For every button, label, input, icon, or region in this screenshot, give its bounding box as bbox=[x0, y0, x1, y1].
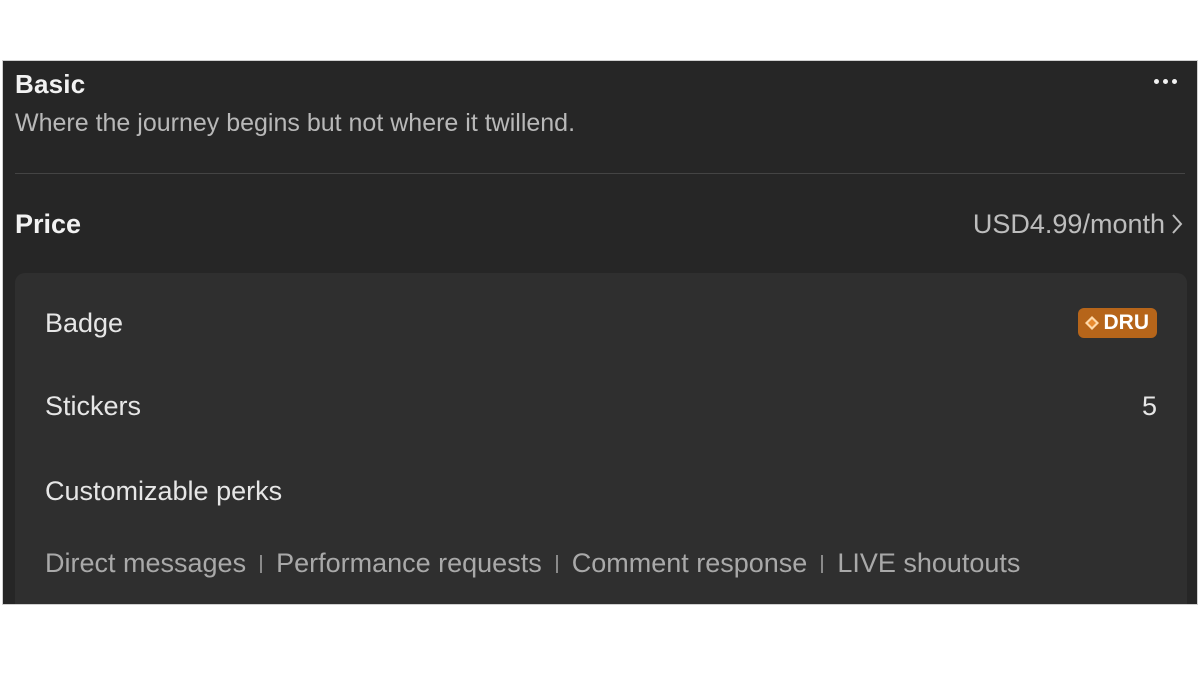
perks-card: Badge DRU Stickers 5 Customizable perks … bbox=[15, 273, 1187, 604]
customizable-perks-list: Direct messages Performance requests Com… bbox=[45, 548, 1020, 579]
stickers-label: Stickers bbox=[45, 390, 142, 421]
more-icon-dot bbox=[1153, 78, 1159, 84]
customizable-perks-label: Customizable perks bbox=[45, 475, 283, 506]
more-icon-dot bbox=[1162, 78, 1168, 84]
badge-row: Badge DRU bbox=[45, 305, 1157, 341]
chevron-right-icon bbox=[1171, 213, 1183, 235]
tag-separator bbox=[555, 554, 558, 573]
diamond-icon bbox=[1084, 315, 1100, 331]
perk-tag-comment-response: Comment response bbox=[571, 548, 808, 578]
more-options-button[interactable] bbox=[1147, 67, 1183, 95]
price-label: Price bbox=[15, 208, 82, 239]
perk-tag-performance-requests: Performance requests bbox=[276, 548, 542, 578]
badge-pill: DRU bbox=[1077, 308, 1157, 338]
customizable-perks-row: Customizable perks bbox=[45, 473, 1157, 509]
badge-text: DRU bbox=[1103, 311, 1150, 334]
stickers-count: 5 bbox=[1141, 390, 1157, 421]
divider bbox=[15, 173, 1185, 174]
price-value-group: USD4.99/month bbox=[973, 209, 1183, 240]
badge-label: Badge bbox=[45, 307, 124, 338]
price-row[interactable]: Price USD4.99/month bbox=[15, 191, 1183, 257]
subscription-tier-card: Basic Where the journey begins but not w… bbox=[2, 60, 1198, 605]
more-icon-dot bbox=[1171, 78, 1177, 84]
tier-title: Basic bbox=[15, 69, 86, 99]
tag-separator bbox=[260, 554, 263, 573]
tier-description: Where the journey begins but not where i… bbox=[15, 109, 576, 137]
perk-tag-direct-messages: Direct messages bbox=[45, 548, 247, 578]
perk-tag-live-shoutouts: LIVE shoutouts bbox=[837, 548, 1021, 578]
tag-separator bbox=[821, 554, 824, 573]
stickers-row: Stickers 5 bbox=[45, 388, 1157, 424]
price-value: USD4.99/month bbox=[972, 208, 1165, 239]
